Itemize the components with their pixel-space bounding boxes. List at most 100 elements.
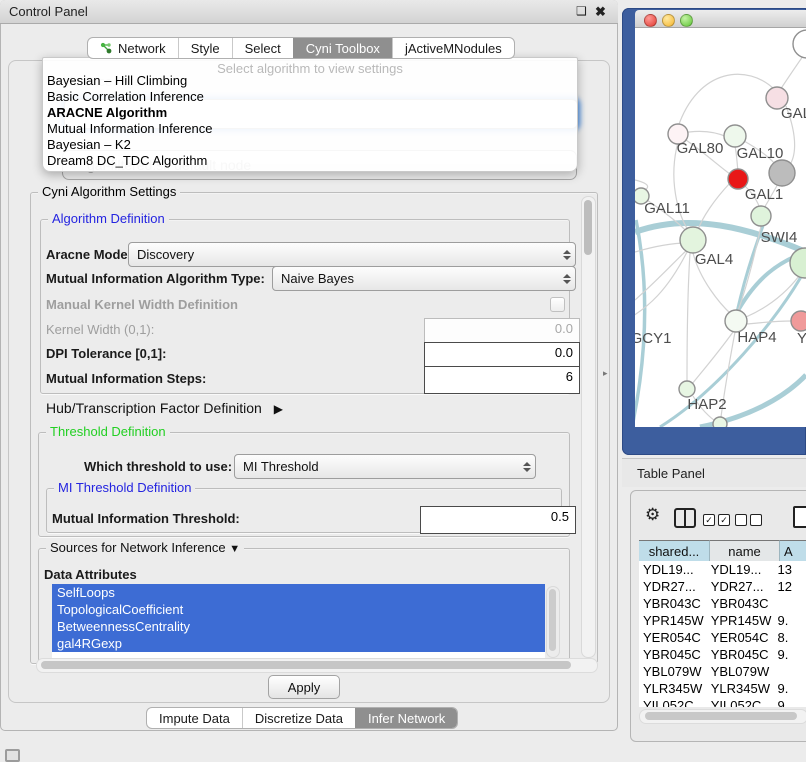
algorithm-option[interactable]: Bayesian – Hill Climbing [47, 73, 567, 89]
zoom-traffic-light[interactable] [680, 14, 693, 27]
network-view-canvas[interactable]: GAL GAL80 GAL10 GAL1 GAL11 SWI4 GAL4 GCY… [635, 28, 806, 427]
minimize-traffic-light[interactable] [662, 14, 675, 27]
apply-button[interactable]: Apply [268, 675, 340, 699]
settings-hscrollbar[interactable] [36, 658, 598, 673]
tab-discretize-data[interactable]: Discretize Data [242, 708, 355, 728]
gear-icon[interactable]: ⚙ [645, 505, 660, 525]
column-header-partial[interactable]: A [780, 540, 806, 561]
algorithm-option[interactable]: Mutual Information Inference [47, 121, 567, 137]
cell-name: YBL079W [707, 663, 774, 680]
table-hscrollbar[interactable] [639, 709, 806, 724]
cell-value: 9. [773, 646, 806, 663]
table-row[interactable]: YBR043C YBR043C [639, 595, 806, 612]
cell-shared-name: YPR145W [639, 612, 707, 629]
tab-jactivemnodules[interactable]: jActiveMNodules [392, 38, 514, 58]
node-gal4[interactable] [680, 227, 706, 253]
settings-hscrollbar-thumb[interactable] [41, 661, 571, 669]
node-label: GAL4 [695, 251, 733, 268]
mi-algorithm-type-combo[interactable]: Naive Bayes [272, 266, 576, 291]
manual-kernel-width-checkbox[interactable] [550, 297, 565, 312]
hub-definition-expander[interactable]: Hub/Transcription Factor Definition ▶ [46, 400, 283, 416]
algorithm-dropdown-popup: Select algorithm to view settings Bayesi… [42, 57, 578, 172]
deselect-all-icon[interactable] [735, 511, 765, 529]
tab-impute-data[interactable]: Impute Data [147, 708, 242, 728]
node-gray[interactable] [769, 160, 795, 186]
table-row[interactable]: YDL19... YDL19... 13 [639, 561, 806, 578]
tab-style[interactable]: Style [178, 38, 232, 58]
table-row[interactable]: YBL079W YBL079W [639, 663, 806, 680]
node-label: GAL [781, 105, 806, 122]
cell-value: 8. [773, 629, 806, 646]
threshold-definition-title: Threshold Definition [46, 424, 170, 439]
sources-title-text: Sources for Network Inference [50, 540, 226, 555]
node-gal10[interactable] [724, 125, 746, 147]
table-row[interactable]: YDR27... YDR27... 12 [639, 578, 806, 595]
which-threshold-combo[interactable]: MI Threshold [234, 454, 536, 479]
table-row[interactable]: YBR045C YBR045C 9. [639, 646, 806, 663]
splitter-handle-icon[interactable]: ▸ [603, 368, 608, 379]
tab-infer-network[interactable]: Infer Network [355, 708, 457, 728]
column-header-name[interactable]: name [710, 540, 780, 561]
cell-name: YER054C [707, 629, 774, 646]
algorithm-option[interactable]: Bayesian – K2 [47, 137, 567, 153]
control-panel-titlebar[interactable]: Control Panel ❑ ✖ [0, 0, 618, 24]
node[interactable] [713, 417, 727, 427]
mi-steps-field[interactable]: 6 [424, 366, 580, 394]
unchecked-box-icon [750, 514, 762, 526]
dpi-tolerance-label: DPI Tolerance [0,1]: [46, 346, 166, 361]
node[interactable] [793, 30, 806, 58]
cell-value: 9 [773, 697, 806, 707]
network-graph: GAL GAL80 GAL10 GAL1 GAL11 SWI4 GAL4 GCY… [635, 28, 806, 427]
algorithm-option[interactable]: Dream8 DC_TDC Algorithm [47, 153, 567, 169]
table-hscrollbar-thumb[interactable] [645, 712, 797, 720]
close-icon[interactable]: ✖ [595, 4, 606, 20]
settings-scrollbar-thumb[interactable] [584, 200, 592, 255]
cell-shared-name: YBR045C [639, 646, 707, 663]
mi-steps-label: Mutual Information Steps: [46, 371, 206, 386]
node-labels: GAL GAL80 GAL10 GAL1 GAL11 SWI4 GAL4 GCY… [635, 105, 806, 413]
table-mode-icon[interactable] [793, 506, 806, 528]
cell-shared-name: YLR345W [639, 680, 707, 697]
table-row[interactable]: YER054C YER054C 8. [639, 629, 806, 646]
attribute-item[interactable]: TopologicalCoefficient [52, 601, 545, 618]
cell-name: YDL19... [707, 561, 774, 578]
tab-select[interactable]: Select [232, 38, 293, 58]
attributes-scrollbar[interactable] [546, 586, 560, 658]
tab-cyni-toolbox[interactable]: Cyni Toolbox [293, 38, 392, 58]
unchecked-box-icon [735, 514, 747, 526]
node-hap2[interactable] [679, 381, 695, 397]
node-label: GAL10 [737, 145, 784, 162]
minimized-panel-icon[interactable] [5, 749, 20, 762]
aracne-mode-combo[interactable]: Discovery [128, 242, 576, 267]
table-row[interactable]: YLR345W YLR345W 9. [639, 680, 806, 697]
table-row[interactable]: YIL052C YIL052C 9 [639, 697, 806, 707]
data-attributes-list: SelfLoops TopologicalCoefficient Between… [52, 584, 545, 658]
attributes-scrollbar-thumb[interactable] [549, 589, 556, 651]
algorithm-definition-title: Algorithm Definition [48, 211, 169, 226]
tab-network[interactable]: Network [88, 38, 178, 58]
attribute-item[interactable]: BetweennessCentrality [52, 618, 545, 635]
algorithm-option-selected[interactable]: ARACNE Algorithm [47, 105, 567, 121]
attribute-item[interactable]: SelfLoops [52, 584, 545, 601]
settings-scrollbar[interactable] [581, 196, 596, 658]
column-browser-icon[interactable] [674, 508, 696, 528]
sources-group-title[interactable]: Sources for Network Inference ▼ [46, 540, 244, 555]
tab-impute-data-label: Impute Data [159, 711, 230, 726]
table-body: YDL19... YDL19... 13 YDR27... YDR27... 1… [639, 561, 806, 707]
cell-name: YBR043C [707, 595, 774, 612]
algorithm-option[interactable]: Basic Correlation Inference [47, 89, 567, 105]
mi-threshold-field[interactable]: 0.5 [420, 506, 576, 534]
kernel-width-field[interactable]: 0.0 [424, 318, 580, 345]
node-gal1[interactable] [751, 206, 771, 226]
node-salmon[interactable] [791, 311, 806, 331]
network-window-titlebar[interactable] [635, 10, 806, 28]
float-icon[interactable]: ❑ [576, 4, 587, 18]
node-swi4[interactable] [790, 248, 806, 278]
attribute-item[interactable]: gal4RGexp [52, 635, 545, 652]
table-row[interactable]: YPR145W YPR145W 9. [639, 612, 806, 629]
which-threshold-label: Which threshold to use: [84, 459, 232, 474]
cyni-algorithm-settings-title: Cyni Algorithm Settings [38, 184, 180, 199]
column-header-shared-name[interactable]: shared... [639, 540, 710, 561]
close-traffic-light[interactable] [644, 14, 657, 27]
select-all-icon[interactable]: ✓✓ [703, 511, 733, 529]
